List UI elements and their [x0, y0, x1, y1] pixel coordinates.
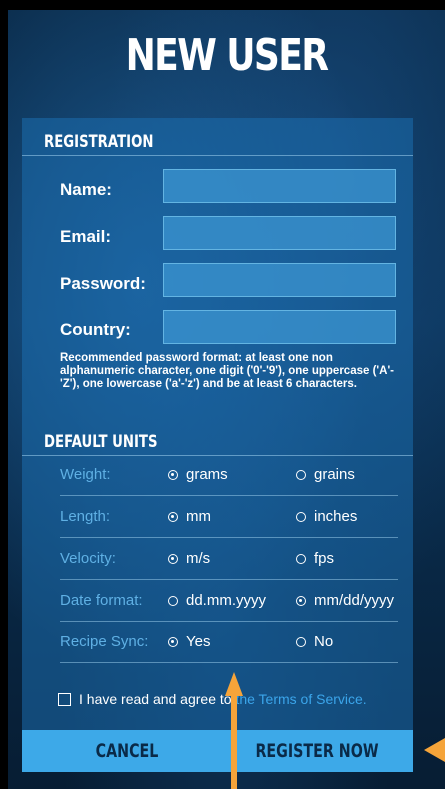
password-label: Password: — [60, 274, 146, 293]
unit-row-date-format: Date format: dd.mm.yyyy mm/dd/yyyy — [60, 584, 398, 622]
page-title: NEW USER — [125, 30, 329, 81]
register-now-button[interactable]: REGISTER NOW — [246, 730, 389, 772]
row-divider — [60, 621, 398, 622]
radio-checked-icon — [168, 470, 178, 480]
radio-unchecked-icon — [296, 637, 306, 647]
name-input[interactable] — [163, 169, 396, 203]
row-divider — [60, 537, 398, 538]
password-hint: Recommended password format: at least on… — [60, 352, 395, 390]
date-format-label: Date format: — [60, 592, 143, 609]
default-units-heading: DEFAULT UNITS — [44, 432, 158, 452]
button-bar: CANCEL REGISTER NOW — [22, 730, 413, 772]
country-label: Country: — [60, 320, 131, 339]
password-input[interactable] — [163, 263, 396, 297]
row-divider — [60, 495, 398, 496]
terms-checkbox[interactable] — [58, 693, 71, 706]
radio-no[interactable]: No — [296, 633, 333, 650]
radio-mm-dd-yyyy[interactable]: mm/dd/yyyy — [296, 592, 394, 609]
terms-agreement: I have read and agree to the Terms of Se… — [58, 691, 367, 707]
radio-unchecked-icon — [296, 470, 306, 480]
radio-unchecked-icon — [168, 596, 178, 606]
unit-row-velocity: Velocity: m/s fps — [60, 542, 398, 580]
cancel-button[interactable]: CANCEL — [78, 730, 176, 772]
registration-heading: REGISTRATION — [44, 132, 154, 152]
registration-divider — [22, 155, 413, 156]
row-divider — [60, 662, 398, 663]
radio-checked-icon — [168, 554, 178, 564]
recipe-sync-label: Recipe Sync: — [60, 633, 149, 650]
radio-dd-mm-yyyy[interactable]: dd.mm.yyyy — [168, 592, 266, 609]
country-input[interactable] — [163, 310, 396, 344]
radio-grains[interactable]: grains — [296, 466, 355, 483]
radio-checked-icon — [296, 596, 306, 606]
arrow-left-icon — [424, 738, 445, 762]
radio-m-s[interactable]: m/s — [168, 550, 210, 567]
radio-yes[interactable]: Yes — [168, 633, 210, 650]
arrow-up-icon — [225, 672, 243, 789]
email-input[interactable] — [163, 216, 396, 250]
radio-checked-icon — [168, 637, 178, 647]
radio-unchecked-icon — [296, 512, 306, 522]
radio-checked-icon — [168, 512, 178, 522]
radio-inches[interactable]: inches — [296, 508, 357, 525]
radio-grams[interactable]: grams — [168, 466, 228, 483]
row-divider — [60, 579, 398, 580]
unit-row-weight: Weight: grams grains — [60, 458, 398, 496]
unit-row-recipe-sync: Recipe Sync: Yes No — [60, 625, 398, 663]
radio-unchecked-icon — [296, 554, 306, 564]
unit-row-length: Length: mm inches — [60, 500, 398, 538]
weight-label: Weight: — [60, 466, 111, 483]
radio-mm[interactable]: mm — [168, 508, 211, 525]
name-label: Name: — [60, 180, 112, 199]
radio-fps[interactable]: fps — [296, 550, 334, 567]
length-label: Length: — [60, 508, 111, 525]
terms-text: I have read and agree to — [79, 691, 236, 707]
velocity-label: Velocity: — [60, 550, 116, 567]
terms-link[interactable]: the Terms of Service. — [235, 691, 366, 707]
units-divider — [22, 455, 413, 456]
email-label: Email: — [60, 227, 112, 246]
